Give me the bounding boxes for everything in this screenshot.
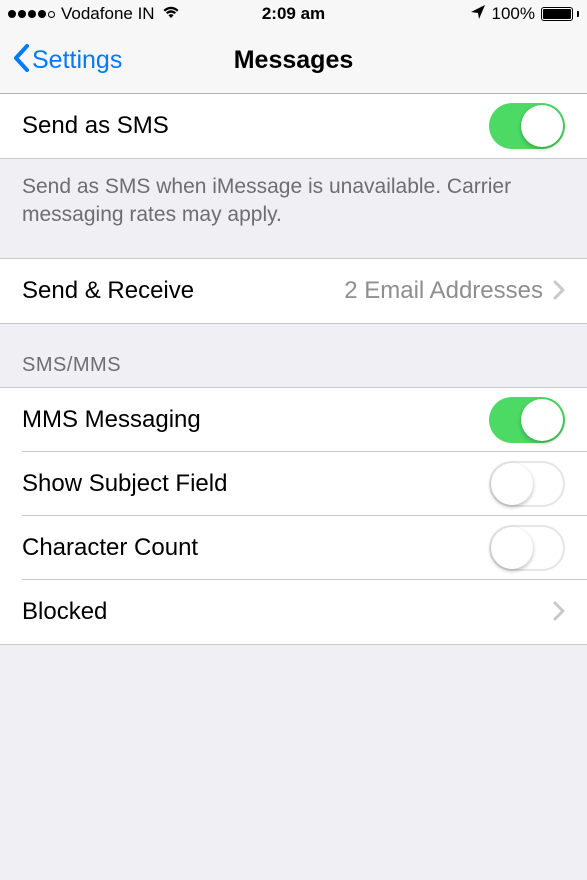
show-subject-toggle[interactable] <box>489 461 565 507</box>
wifi-icon <box>161 4 181 24</box>
show-subject-cell[interactable]: Show Subject Field <box>0 452 587 516</box>
send-as-sms-cell[interactable]: Send as SMS <box>0 94 587 158</box>
settings-group: Send & Receive 2 Email Addresses <box>0 258 587 324</box>
cell-label: Show Subject Field <box>22 470 227 498</box>
cell-label: Blocked <box>22 598 107 626</box>
back-button[interactable]: Settings <box>12 43 122 78</box>
cell-label: Character Count <box>22 534 198 562</box>
cell-label: Send & Receive <box>22 277 194 305</box>
chevron-right-icon <box>553 596 565 628</box>
send-receive-cell[interactable]: Send & Receive 2 Email Addresses <box>0 259 587 323</box>
settings-group: Send as SMS <box>0 94 587 159</box>
character-count-cell[interactable]: Character Count <box>0 516 587 580</box>
send-as-sms-footer: Send as SMS when iMessage is unavailable… <box>0 159 587 258</box>
character-count-toggle[interactable] <box>489 525 565 571</box>
cell-label: Send as SMS <box>22 112 169 140</box>
carrier-label: Vodafone IN <box>61 4 155 24</box>
cell-detail: 2 Email Addresses <box>344 277 543 305</box>
status-bar: Vodafone IN 2:09 am 100% <box>0 0 587 28</box>
navigation-bar: Settings Messages <box>0 28 587 94</box>
back-label: Settings <box>32 46 122 75</box>
page-title: Messages <box>234 46 354 75</box>
location-icon <box>470 4 486 25</box>
chevron-right-icon <box>553 275 565 307</box>
chevron-left-icon <box>12 43 30 78</box>
battery-icon <box>541 7 579 21</box>
status-time: 2:09 am <box>262 4 325 24</box>
cell-label: MMS Messaging <box>22 406 201 434</box>
battery-percentage: 100% <box>492 4 535 24</box>
mms-messaging-cell[interactable]: MMS Messaging <box>0 388 587 452</box>
settings-group: MMS Messaging Show Subject Field Charact… <box>0 387 587 645</box>
section-header: SMS/MMS <box>0 324 587 387</box>
signal-strength-icon <box>8 10 55 18</box>
send-as-sms-toggle[interactable] <box>489 103 565 149</box>
mms-messaging-toggle[interactable] <box>489 397 565 443</box>
blocked-cell[interactable]: Blocked <box>0 580 587 644</box>
